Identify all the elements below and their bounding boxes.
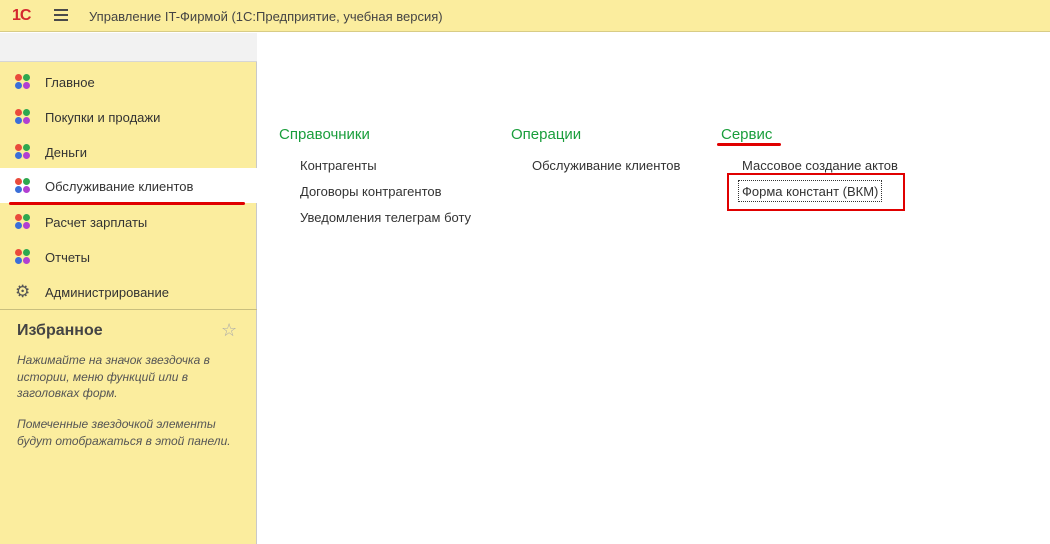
four-dots-icon (15, 178, 31, 194)
sidebar-item-administration[interactable]: ⚙ Администрирование (0, 274, 257, 309)
sidebar-item-label: Покупки и продажи (45, 110, 161, 125)
link-telegram-notifications[interactable]: Уведомления телеграм боту (300, 210, 471, 225)
gear-icon: ⚙ (15, 282, 31, 301)
sidebar-item-main[interactable]: Главное (0, 64, 257, 99)
sidebar-item-label: Деньги (45, 145, 87, 160)
favorites-hint: Нажимайте на значок звездочка в истории,… (17, 353, 210, 400)
sidebar-item-client-service[interactable]: Обслуживание клиентов (0, 168, 257, 203)
sidebar: Главное Покупки и продажи Деньги Обслужи… (0, 62, 257, 544)
sidebar-divider (0, 309, 257, 310)
sidebar-item-label: Расчет зарплаты (45, 215, 148, 230)
app-logo: 1С (12, 7, 31, 24)
sidebar-item-label: Отчеты (45, 250, 90, 265)
sidebar-item-money[interactable]: Деньги (0, 134, 257, 169)
sidebar-toolbar (0, 33, 257, 62)
annotation-underline (717, 143, 781, 146)
sidebar-item-label: Главное (45, 75, 95, 90)
link-constants-form[interactable]: Форма констант (ВКМ) (742, 184, 878, 199)
sidebar-item-payroll[interactable]: Расчет зарплаты (0, 204, 257, 239)
four-dots-icon (15, 74, 31, 90)
sidebar-item-purchases-sales[interactable]: Покупки и продажи (0, 99, 257, 134)
four-dots-icon (15, 249, 31, 265)
main-panel (258, 33, 1050, 544)
link-contractor-agreements[interactable]: Договоры контрагентов (300, 184, 442, 199)
four-dots-icon (15, 144, 31, 160)
star-icon[interactable]: ☆ (221, 320, 237, 341)
section-title-service: Сервис (721, 126, 773, 143)
four-dots-icon (15, 214, 31, 230)
favorites-hint-2: Помеченные звездочкой элементы будут ото… (17, 417, 231, 448)
annotation-underline (9, 202, 245, 205)
favorites-title: Избранное (17, 322, 103, 339)
sidebar-item-label: Обслуживание клиентов (45, 179, 194, 194)
sidebar-item-label: Администрирование (45, 285, 169, 300)
link-contractors[interactable]: Контрагенты (300, 158, 377, 173)
menu-icon[interactable] (54, 9, 68, 22)
section-title-directories: Справочники (279, 126, 370, 143)
sidebar-item-reports[interactable]: Отчеты (0, 239, 257, 274)
title-bar: 1С Управление IT-Фирмой (1С:Предприятие,… (0, 0, 1050, 32)
link-client-service[interactable]: Обслуживание клиентов (532, 158, 680, 173)
link-mass-acts-creation[interactable]: Массовое создание актов (742, 158, 898, 173)
app-title: Управление IT-Фирмой (1С:Предприятие, уч… (89, 9, 443, 24)
section-title-operations: Операции (511, 126, 582, 143)
four-dots-icon (15, 109, 31, 125)
